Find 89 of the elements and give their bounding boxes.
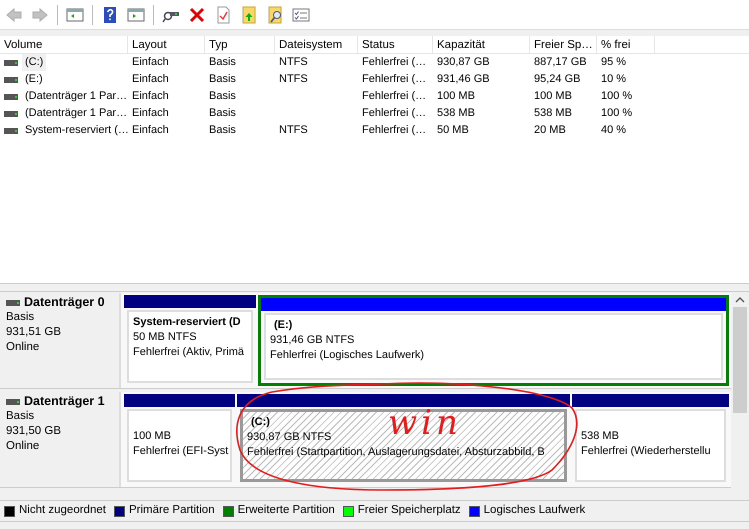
table-cell-text: NTFS [279, 55, 308, 70]
table-cell-text: 538 MB [437, 106, 475, 122]
checklist-icon [292, 6, 310, 24]
table-cell-text: Fehlerfrei (… [362, 106, 426, 122]
drive-label[interactable]: (Datenträger 1 Par… [22, 105, 130, 122]
table-cell-text: 100 % [601, 89, 632, 104]
table-cell-text: 100 MB [437, 89, 475, 104]
handwritten-note: win [388, 403, 462, 443]
column-header[interactable]: Typ [205, 36, 275, 53]
table-cell-text: 887,17 GB [534, 55, 587, 70]
table-cell-text: 931,46 GB [437, 72, 490, 88]
legend-label: Erweiterte Partition [238, 503, 335, 518]
table-cell-text: Einfach [132, 72, 169, 88]
drive-icon [4, 94, 18, 100]
table-cell-text: Basis [209, 106, 236, 122]
partition-title: (E:) [273, 318, 292, 333]
table-cell-text: Basis [209, 89, 236, 104]
table-cell-text: NTFS [279, 72, 308, 88]
table-cell-text: Einfach [132, 55, 169, 70]
column-header[interactable]: % frei [597, 36, 655, 53]
partition-size: 100 MB [133, 429, 171, 444]
legend-label: Freier Speicherplatz [358, 503, 461, 518]
table-cell-text: 40 % [601, 123, 626, 138]
delete-x-icon [188, 6, 206, 24]
drive-label[interactable]: (Datenträger 1 Par… [22, 88, 130, 105]
action-pane-icon [127, 6, 145, 24]
disk-status: Online [6, 439, 40, 454]
table-cell-text: 538 MB [534, 106, 572, 122]
partition-status: Fehlerfrei (Wiederherstellu [581, 444, 711, 459]
partition-status: Fehlerfrei (Logisches Laufwerk) [270, 348, 424, 363]
partition-size: 930,87 GB NTFS [247, 430, 332, 445]
table-cell-text: Einfach [132, 123, 169, 138]
drive-label[interactable]: System-reserviert (… [22, 122, 132, 139]
legend-label: Nicht zugeordnet [19, 503, 106, 518]
table-cell-text: Basis [209, 72, 236, 88]
drive-icon [4, 110, 18, 116]
table-cell-text: NTFS [279, 123, 308, 138]
table-cell-text: Fehlerfrei (… [362, 89, 426, 104]
table-cell-text: 95 % [601, 55, 626, 70]
drive-icon [4, 128, 18, 134]
column-header[interactable]: Kapazität [433, 36, 530, 53]
table-cell-text: 50 MB [437, 123, 469, 138]
back-arrow-icon [5, 6, 23, 24]
partition-status: Fehlerfrei (Startpartition, Auslagerungsdatei, Absturzabbild, B [247, 445, 545, 460]
disk-size: 931,50 GB [6, 424, 62, 439]
drive-label[interactable]: (C:) [22, 54, 46, 71]
legend-label: Logisches Laufwerk [484, 503, 586, 518]
scrollbar-thumb[interactable] [733, 307, 747, 413]
disk-name: Datenträger 1 [24, 394, 105, 409]
disk-type: Basis [6, 409, 36, 424]
table-cell-text: Fehlerfrei (… [362, 123, 426, 138]
partition[interactable]: (E:) 931,46 GB NTFS Fehlerfrei (Logisches Laufwerk) [258, 295, 729, 386]
partition-title: System-reserviert (D [133, 315, 241, 330]
table-cell-text: 95,24 GB [534, 72, 580, 88]
column-header[interactable]: Volume [0, 36, 128, 53]
folder-magnifier-icon [266, 6, 284, 24]
drive-icon [4, 60, 18, 66]
column-header[interactable]: Dateisystem [275, 36, 358, 53]
table-cell-text: 20 MB [534, 123, 566, 138]
table-cell-text: Fehlerfrei (… [362, 55, 426, 70]
table-cell-text: Fehlerfrei (… [362, 72, 426, 88]
partition-size: 50 MB NTFS [133, 330, 197, 345]
column-header[interactable]: Freier Sp… [530, 36, 597, 53]
partition-title: (C:) [250, 415, 270, 430]
partition-status: Fehlerfrei (EFI-Syst [133, 444, 228, 459]
table-cell-text: Einfach [132, 89, 169, 104]
partition-size: 931,46 GB NTFS [270, 333, 354, 348]
console-tree-icon [66, 6, 84, 24]
legend-label: Primäre Partition [128, 503, 215, 518]
table-cell-text: 930,87 GB [437, 55, 490, 70]
column-header[interactable]: Status [358, 36, 433, 53]
table-cell-text: 100 MB [534, 89, 572, 104]
disk-status: Online [6, 340, 40, 355]
disk-type: Basis [6, 310, 36, 325]
help-icon [101, 6, 119, 24]
table-cell-text: Einfach [132, 106, 169, 122]
drive-label[interactable]: (E:) [22, 71, 46, 88]
partition-status: Fehlerfrei (Aktiv, Primä [133, 345, 244, 360]
disk-name: Datenträger 0 [24, 295, 105, 310]
scroll-up-icon[interactable] [735, 295, 745, 305]
column-header[interactable]: Layout [128, 36, 205, 53]
table-cell-text: 10 % [601, 72, 626, 88]
table-cell-text: Basis [209, 55, 236, 70]
table-cell-text: Basis [209, 123, 236, 138]
disk-size: 931,51 GB [6, 325, 62, 340]
forward-arrow-icon [31, 6, 49, 24]
drive-icon [4, 76, 18, 82]
table-cell-text: 100 % [601, 106, 632, 122]
partition-size: 538 MB [581, 429, 619, 444]
